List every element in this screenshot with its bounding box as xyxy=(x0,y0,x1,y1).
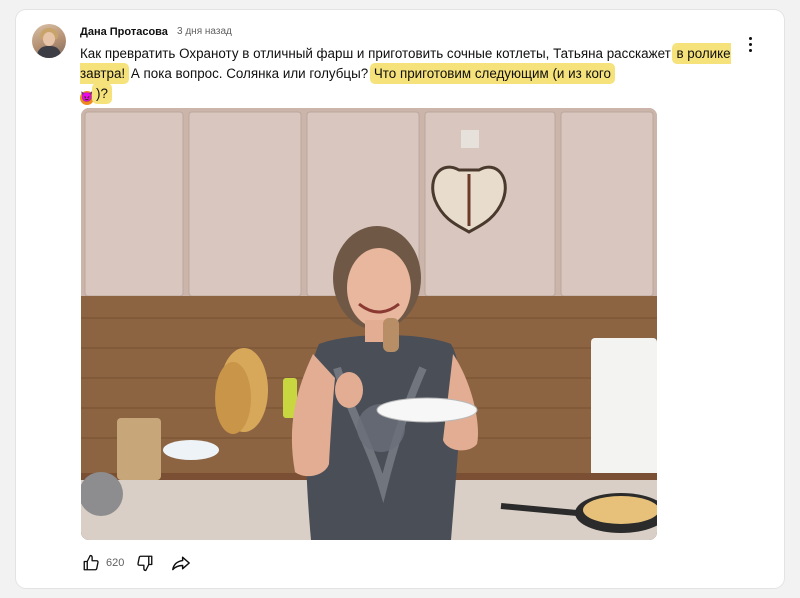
kitchen-photo-illustration xyxy=(81,108,657,540)
thumbs-up-icon[interactable] xyxy=(80,552,102,574)
avatar-face xyxy=(43,32,55,46)
post-time[interactable]: 3 дня назад xyxy=(177,26,232,37)
post-text-highlight-3: )? xyxy=(94,85,110,102)
community-post-card: Дана Протасова 3 дня назад Как превратит… xyxy=(16,10,784,588)
avatar-body xyxy=(37,46,61,58)
share-icon[interactable] xyxy=(170,552,192,574)
like-count: 620 xyxy=(106,557,125,569)
author-avatar[interactable] xyxy=(32,24,66,58)
post-text-highlight-2: Что приготовим следующим (и из кого xyxy=(371,65,613,82)
post-text: Как превратить Охраноту в отличный фарш … xyxy=(80,44,744,105)
post-text-mid: А пока вопрос. Солянка или голубцы? xyxy=(127,66,372,81)
devil-emoji-icon: 😈 xyxy=(80,91,94,105)
thumbs-down-icon[interactable] xyxy=(134,552,156,574)
author-name[interactable]: Дана Протасова xyxy=(80,26,168,38)
post-actions: 620 xyxy=(80,552,192,574)
post-image[interactable] xyxy=(81,108,657,540)
post-text-start: Как превратить Охраноту в отличный фарш … xyxy=(80,46,675,61)
